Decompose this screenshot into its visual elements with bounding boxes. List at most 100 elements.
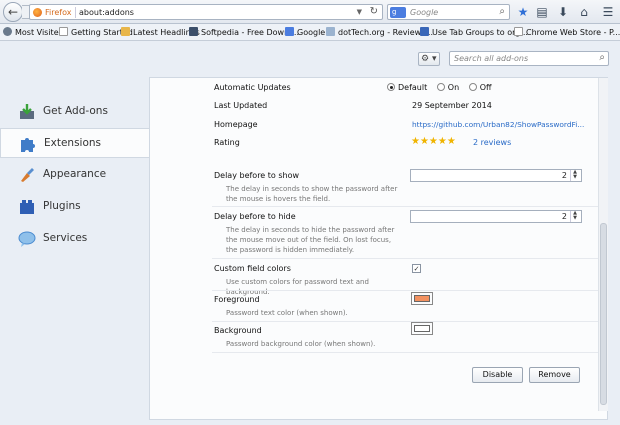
bookmarks-menu-icon[interactable]: ▤ (534, 4, 550, 20)
rating-label: Rating (214, 138, 240, 147)
radio-icon (468, 83, 477, 91)
category-plugins[interactable]: Plugins (0, 192, 149, 222)
page-icon (420, 27, 429, 36)
category-label: Plugins (43, 200, 81, 212)
scrollbar-thumb[interactable] (600, 223, 607, 405)
reviews-link[interactable]: 2 reviews (473, 138, 511, 147)
auto-updates-label: Automatic Updates (214, 83, 291, 92)
auto-updates-default-radio[interactable]: Default (387, 83, 427, 92)
delay-show-label: Delay before to show (214, 171, 300, 180)
bookmark-dottech[interactable]: dotTech.org - Reviews... (326, 27, 433, 39)
page-icon (59, 27, 68, 36)
dottech-icon (326, 27, 335, 36)
url-separator (75, 7, 76, 18)
google-icon (285, 27, 294, 36)
get-addons-icon (20, 104, 34, 119)
background-color-picker[interactable] (411, 322, 433, 335)
category-get-addons[interactable]: Get Add-ons (0, 97, 149, 127)
remove-button[interactable]: Remove (529, 367, 580, 383)
back-button[interactable]: ← (3, 2, 23, 22)
services-bubble-icon (18, 231, 36, 247)
background-label: Background (214, 326, 262, 335)
plugins-brick-icon (20, 200, 34, 214)
homepage-label: Homepage (214, 120, 258, 129)
gear-icon: ⚙ (421, 54, 430, 64)
navigation-toolbar: ← Firefox about:addons ▼ ↻ g Google ⌕ ★ … (0, 0, 620, 24)
softpedia-icon (189, 27, 198, 36)
delay-hide-input[interactable]: 2 ▲ ▼ (410, 210, 582, 223)
auto-updates-off-radio[interactable]: Off (468, 83, 492, 92)
delay-show-value: 2 (561, 171, 567, 180)
background-swatch (414, 325, 430, 332)
last-updated-label: Last Updated (214, 101, 268, 110)
history-dropdown-icon[interactable]: ▼ (357, 8, 362, 16)
categories-sidebar: Get Add-ons Extensions Appearance Plugin… (0, 41, 149, 425)
auto-updates-on-radio[interactable]: On (436, 83, 459, 92)
foreground-desc: Password text color (when shown). (226, 309, 348, 317)
bookmark-latest-headlines[interactable]: Latest Headlines (121, 27, 200, 39)
background-desc: Password background color (when shown). (226, 340, 376, 348)
bookmark-tab-groups[interactable]: Use Tab Groups to org... (420, 27, 528, 39)
category-appearance[interactable]: Appearance (0, 160, 149, 190)
rating-stars: ★★★★★ (411, 136, 456, 147)
custom-colors-checkbox[interactable]: ✓ (412, 264, 421, 273)
category-label: Get Add-ons (43, 105, 108, 117)
search-icon: ⌕ (599, 52, 605, 63)
delay-show-desc: The delay in seconds to show the passwor… (226, 185, 398, 203)
rss-folder-icon (121, 27, 130, 36)
spinner-arrows-icon[interactable]: ▲ ▼ (570, 170, 579, 181)
menu-icon[interactable]: ☰ (600, 4, 616, 20)
radio-icon (387, 83, 395, 91)
addons-gear-button[interactable]: ⚙ ▾ (418, 52, 440, 66)
google-engine-icon[interactable]: g (390, 7, 406, 18)
delay-hide-label: Delay before to hide (214, 212, 296, 221)
extensions-puzzle-icon (21, 138, 35, 152)
home-icon[interactable]: ⌂ (576, 4, 592, 20)
custom-colors-label: Custom field colors (214, 264, 291, 273)
addons-search-input[interactable]: Search all add-ons ⌕ (449, 51, 609, 66)
appearance-brush-icon (21, 168, 34, 182)
divider (212, 258, 598, 259)
divider (212, 352, 598, 353)
firefox-icon (33, 8, 42, 17)
bookmark-most-visited[interactable]: Most Visited (3, 27, 64, 39)
bookmark-google[interactable]: Google (285, 27, 325, 39)
url-text[interactable]: about:addons (79, 8, 134, 17)
search-bar[interactable]: g Google ⌕ (387, 4, 510, 20)
auto-updates-options: Default On Off (387, 83, 492, 92)
spinner-arrows-icon[interactable]: ▲ ▼ (570, 211, 579, 222)
downloads-icon[interactable]: ⬇ (555, 4, 571, 20)
divider (212, 321, 598, 322)
back-arrow-icon: ← (7, 5, 19, 19)
url-bar[interactable]: Firefox about:addons ▼ ↻ (29, 4, 383, 20)
bookmark-softpedia[interactable]: Softpedia - Free Downl... (189, 27, 299, 39)
custom-colors-desc: Use custom colors for password text and … (226, 278, 369, 296)
category-extensions[interactable]: Extensions (0, 128, 149, 158)
divider (212, 290, 598, 291)
page-icon (514, 27, 523, 36)
homepage-link[interactable]: https://github.com/Urban82/ShowPasswordF… (412, 120, 584, 129)
delay-hide-value: 2 (561, 212, 567, 221)
divider (212, 206, 598, 207)
search-magnifier-icon[interactable]: ⌕ (499, 6, 505, 17)
foreground-label: Foreground (214, 295, 260, 304)
last-updated-value: 29 September 2014 (412, 101, 492, 110)
gear-icon (3, 27, 12, 36)
category-services[interactable]: Services (0, 224, 149, 254)
category-label: Appearance (43, 168, 107, 180)
foreground-swatch (414, 295, 430, 302)
addons-search-placeholder: Search all add-ons (454, 54, 529, 63)
search-placeholder: Google (410, 8, 439, 17)
radio-icon (436, 83, 445, 91)
bookmark-chrome-web-store[interactable]: Chrome Web Store - P... (514, 27, 620, 39)
delay-hide-desc: The delay in seconds to hide the passwor… (226, 226, 395, 254)
category-label: Services (43, 232, 88, 244)
foreground-color-picker[interactable] (411, 292, 433, 305)
bookmark-star-icon[interactable]: ★ (515, 4, 531, 20)
details-scrollbar[interactable] (598, 78, 608, 411)
reload-icon[interactable]: ↻ (370, 6, 378, 17)
bookmarks-toolbar: Most Visited Getting Started Latest Head… (0, 24, 620, 41)
disable-button[interactable]: Disable (472, 367, 523, 383)
identity-label: Firefox (45, 8, 72, 17)
delay-show-input[interactable]: 2 ▲ ▼ (410, 169, 582, 182)
